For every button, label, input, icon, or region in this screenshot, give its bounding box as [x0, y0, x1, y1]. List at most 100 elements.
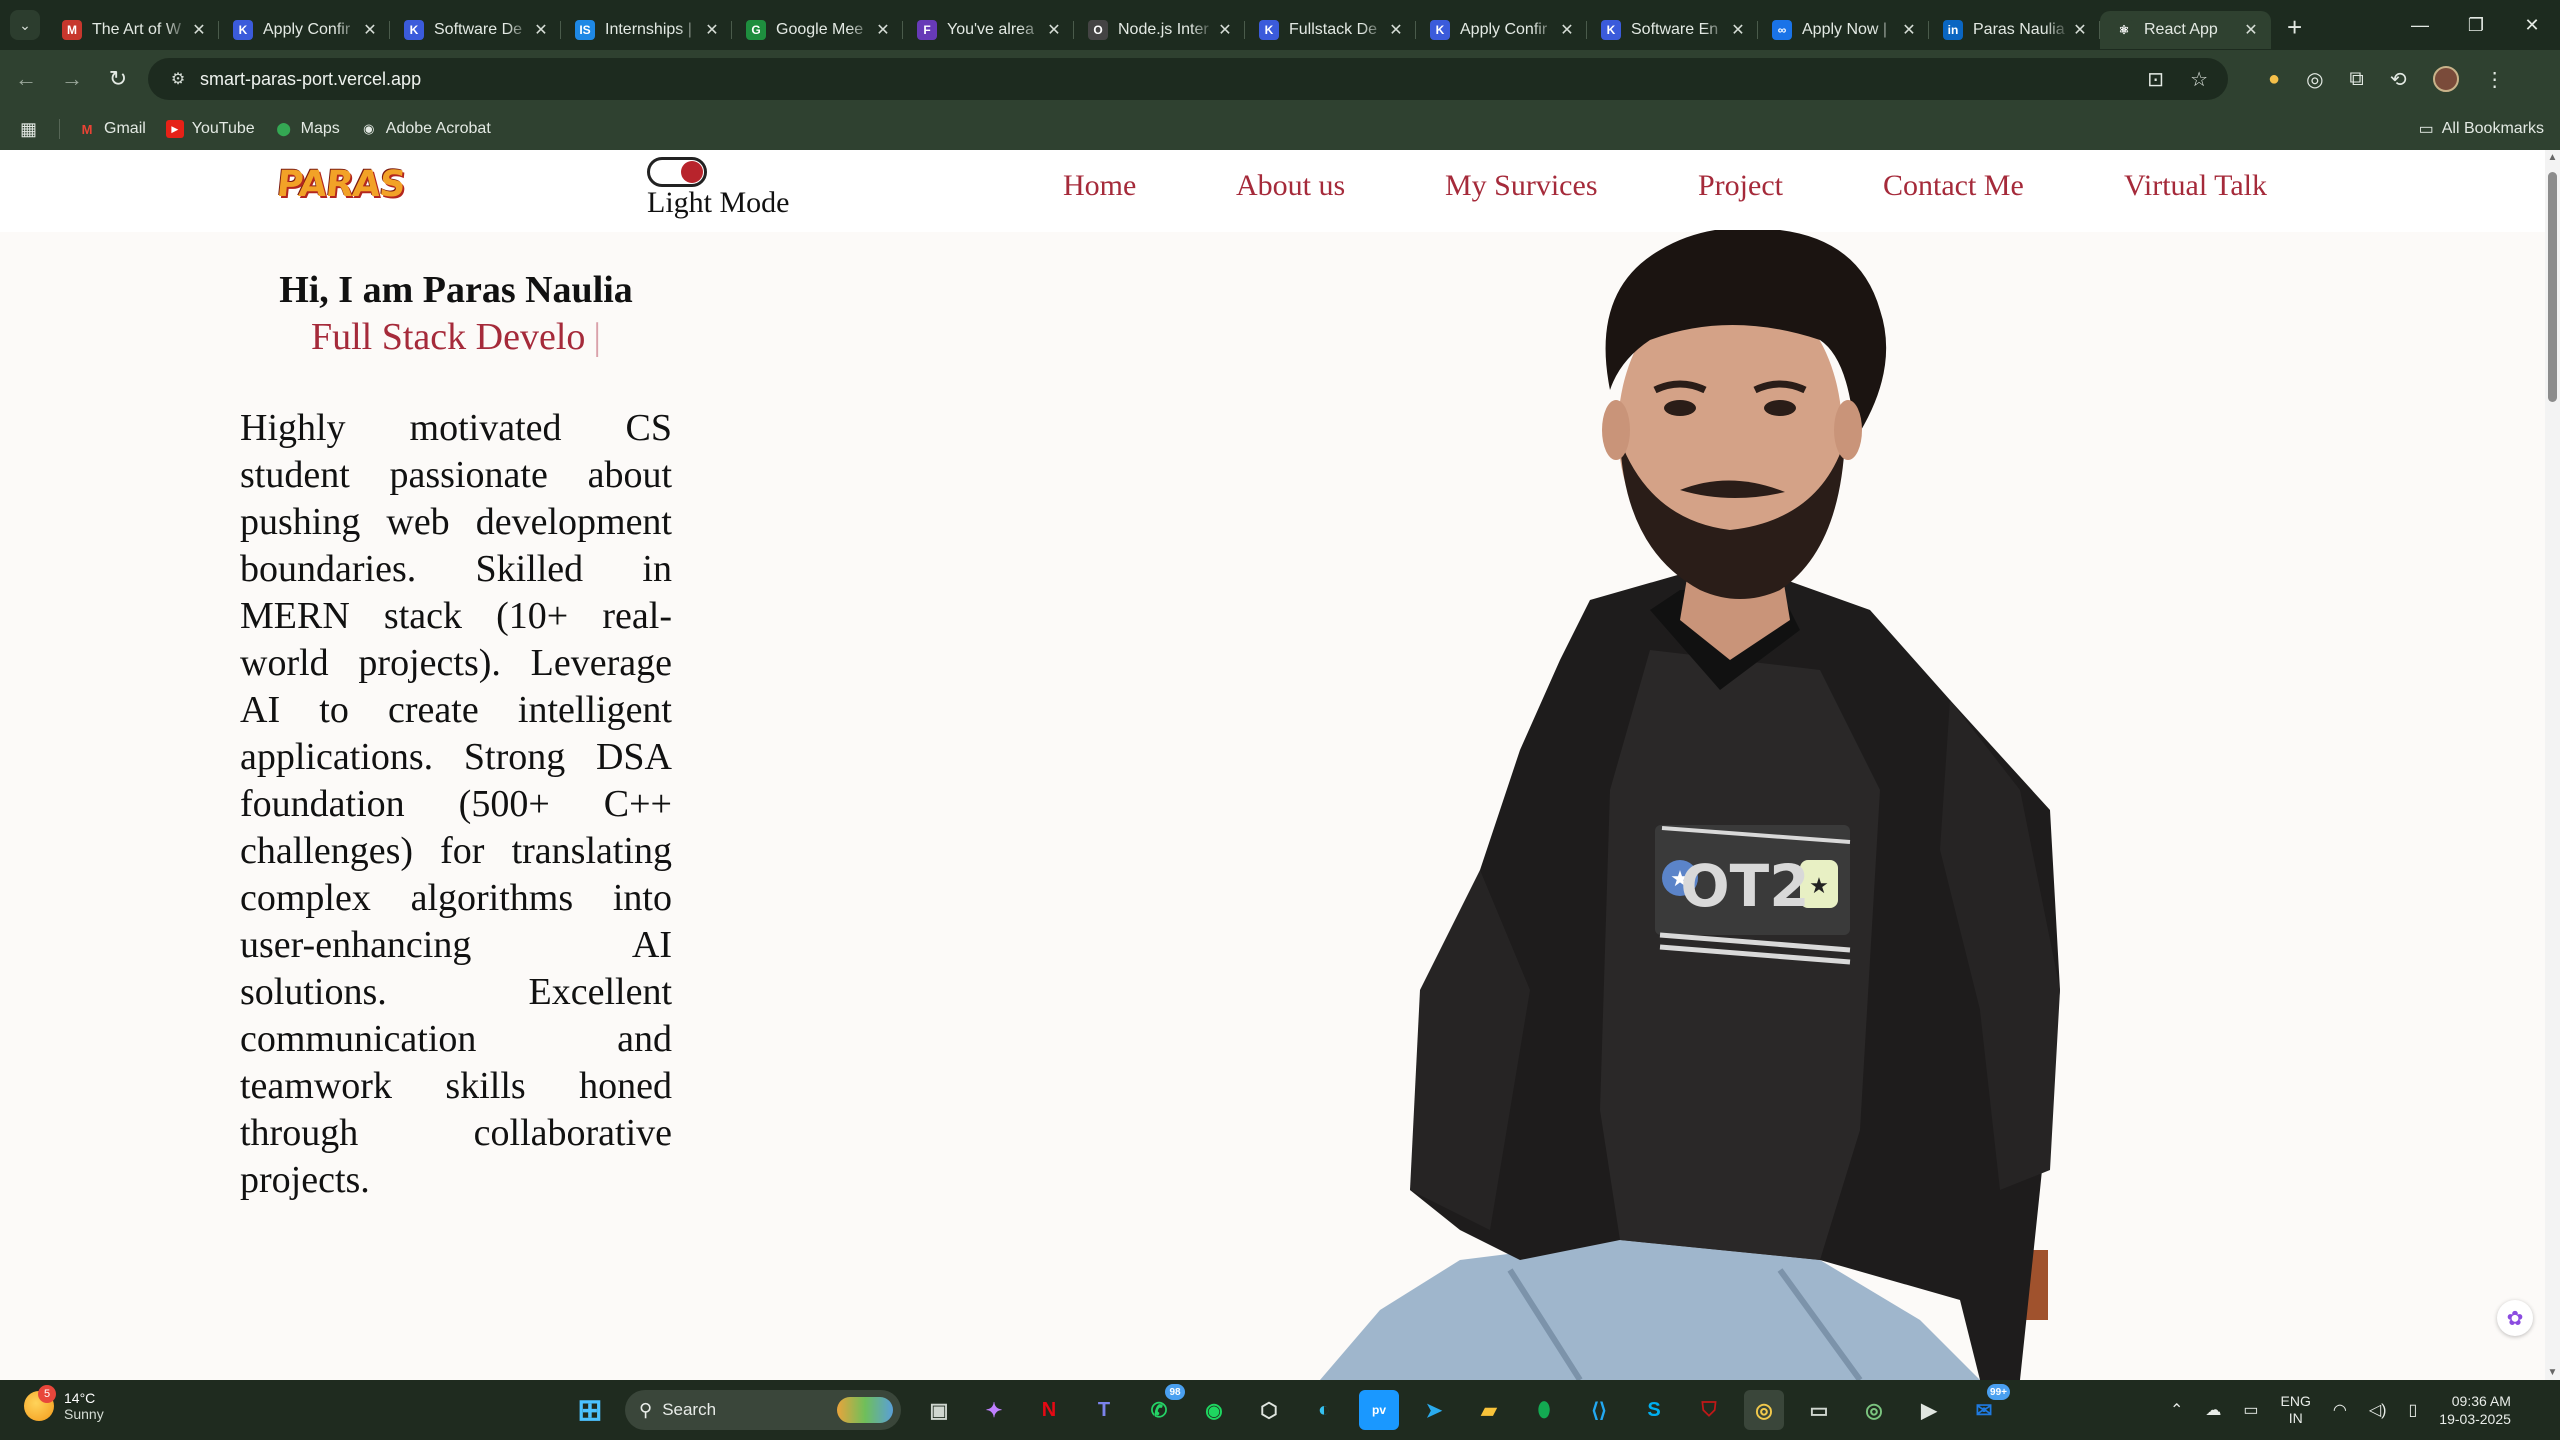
- tab-close-icon[interactable]: ✕: [2241, 20, 2261, 40]
- chrome-profile-icon[interactable]: ◎: [1854, 1390, 1894, 1430]
- forward-button[interactable]: →: [52, 59, 92, 99]
- minimize-button[interactable]: —: [2392, 0, 2448, 50]
- terminal-icon[interactable]: ▭: [1799, 1390, 1839, 1430]
- teams-icon[interactable]: T: [1084, 1390, 1124, 1430]
- tab-favicon-icon: F: [917, 20, 937, 40]
- sync-icon[interactable]: ⟲: [2390, 67, 2407, 92]
- tab-close-icon[interactable]: ✕: [702, 20, 722, 40]
- site-logo[interactable]: PARAS: [275, 164, 407, 205]
- nav-project[interactable]: Project: [1698, 169, 1783, 203]
- browser-tab[interactable]: F You've alrea ✕: [903, 11, 1074, 49]
- battery-icon[interactable]: ▯: [2408, 1400, 2417, 1420]
- display-icon[interactable]: ▭: [2243, 1400, 2258, 1420]
- tab-search-button[interactable]: ⌄: [10, 10, 40, 40]
- edge-icon[interactable]: ◐: [1304, 1390, 1344, 1430]
- address-bar[interactable]: ⚙ smart-paras-port.vercel.app ⊡ ☆: [148, 58, 2228, 100]
- nav-my-services[interactable]: My Survices: [1445, 169, 1598, 203]
- nav-home[interactable]: Home: [1063, 169, 1136, 203]
- bookmark-star-icon[interactable]: ☆: [2190, 67, 2208, 92]
- tab-close-icon[interactable]: ✕: [1044, 20, 1064, 40]
- tab-close-icon[interactable]: ✕: [2070, 20, 2090, 40]
- weather-widget[interactable]: 5 14°C Sunny: [24, 1385, 104, 1422]
- profile-avatar[interactable]: [2432, 66, 2459, 92]
- browser-tab[interactable]: in Paras Naulia ✕: [1929, 11, 2100, 49]
- restore-button[interactable]: ❐: [2448, 0, 2504, 50]
- theme-toggle[interactable]: [647, 157, 707, 187]
- browser-tab[interactable]: K Fullstack De ✕: [1245, 11, 1416, 49]
- tab-close-icon[interactable]: ✕: [189, 20, 209, 40]
- new-tab-button[interactable]: +: [2287, 12, 2302, 43]
- mongodb-compass-icon[interactable]: ⬮: [1524, 1390, 1564, 1430]
- install-app-icon[interactable]: ⊡: [2147, 67, 2164, 92]
- tab-close-icon[interactable]: ✕: [1215, 20, 1235, 40]
- tab-favicon-icon: K: [233, 20, 253, 40]
- tab-close-icon[interactable]: ✕: [360, 20, 380, 40]
- browser-tab[interactable]: IS Internships | ✕: [561, 11, 732, 49]
- browser-tab[interactable]: K Apply Confir ✕: [219, 11, 390, 49]
- bookmark-adobe-acrobat[interactable]: ◉ Adobe Acrobat: [360, 120, 491, 138]
- scrollbar-thumb[interactable]: [2548, 172, 2557, 402]
- browser-tab[interactable]: K Software En ✕: [1587, 11, 1758, 49]
- windows-start-icon[interactable]: ⊞: [570, 1390, 610, 1430]
- system-clock[interactable]: 09:36 AM 19-03-2025: [2439, 1392, 2511, 1428]
- browser-tab[interactable]: O Node.js Inter ✕: [1074, 11, 1245, 49]
- tab-close-icon[interactable]: ✕: [531, 20, 551, 40]
- nav-contact-me[interactable]: Contact Me: [1883, 169, 2024, 203]
- telegram-icon[interactable]: ➤: [1414, 1390, 1454, 1430]
- reload-button[interactable]: ↻: [98, 59, 138, 99]
- spotify-icon[interactable]: ◉: [1194, 1390, 1234, 1430]
- tab-close-icon[interactable]: ✕: [1386, 20, 1406, 40]
- bookmark-youtube[interactable]: ▶ YouTube: [165, 120, 255, 138]
- prime-video-icon[interactable]: pv: [1359, 1390, 1399, 1430]
- outlook-icon[interactable]: ✉ 99+: [1964, 1384, 2010, 1430]
- media-player-icon[interactable]: ▶: [1909, 1390, 1949, 1430]
- chrome-icon[interactable]: ◎: [1744, 1390, 1784, 1430]
- wifi-icon[interactable]: ◠: [2333, 1400, 2347, 1420]
- browser-tab[interactable]: M The Art of W ✕: [48, 11, 219, 49]
- skype-icon[interactable]: S: [1634, 1390, 1674, 1430]
- bookmarks-divider: [59, 119, 61, 139]
- extension-icon[interactable]: ●: [2268, 68, 2280, 91]
- browser-tab[interactable]: ∞ Apply Now | ✕: [1758, 11, 1929, 49]
- scroll-up-arrow[interactable]: ▲: [2545, 152, 2560, 163]
- record-extension-icon[interactable]: ◎: [2306, 67, 2323, 92]
- browser-tab[interactable]: ⚛ React App ✕: [2100, 11, 2271, 49]
- browser-tab[interactable]: K Apply Confir ✕: [1416, 11, 1587, 49]
- bookmark-gmail[interactable]: M Gmail: [78, 120, 146, 138]
- tab-title: Internships |: [605, 21, 692, 38]
- mcafee-icon[interactable]: ⛉: [1689, 1390, 1729, 1430]
- tab-close-icon[interactable]: ✕: [1557, 20, 1577, 40]
- tab-close-icon[interactable]: ✕: [1899, 20, 1919, 40]
- tab-close-icon[interactable]: ✕: [1728, 20, 1748, 40]
- onedrive-icon[interactable]: ☁: [2205, 1400, 2221, 1420]
- nav-about-us[interactable]: About us: [1236, 169, 1345, 203]
- vscode-icon[interactable]: ⟨⟩: [1579, 1390, 1619, 1430]
- bookmark-maps[interactable]: ⬤ Maps: [275, 120, 339, 138]
- page-scrollbar[interactable]: ▲ ▼: [2545, 150, 2560, 1380]
- close-window-button[interactable]: ✕: [2504, 0, 2560, 50]
- taskbar-search[interactable]: ⚲ Search: [625, 1390, 901, 1430]
- unity-icon[interactable]: ⬡: [1249, 1390, 1289, 1430]
- task-view-icon[interactable]: ▣: [919, 1390, 959, 1430]
- ai-assistant-floating-button[interactable]: ✿: [2497, 1300, 2533, 1336]
- all-bookmarks-button[interactable]: ▭ All Bookmarks: [2419, 119, 2544, 139]
- browser-tab[interactable]: K Software De ✕: [390, 11, 561, 49]
- back-button[interactable]: ←: [6, 59, 46, 99]
- tab-close-icon[interactable]: ✕: [873, 20, 893, 40]
- toggle-knob: [681, 161, 703, 183]
- extensions-puzzle-icon[interactable]: ⧉: [2350, 68, 2364, 91]
- whatsapp-icon[interactable]: ✆ 98: [1139, 1384, 1185, 1430]
- site-info-icon[interactable]: ⚙: [160, 69, 196, 89]
- browser-tab[interactable]: G Google Mee ✕: [732, 11, 903, 49]
- copilot-icon[interactable]: ✦: [974, 1390, 1014, 1430]
- input-language[interactable]: ENG IN: [2281, 1393, 2311, 1427]
- volume-icon[interactable]: ◁): [2369, 1400, 2387, 1420]
- browser-menu-icon[interactable]: ⋮: [2485, 67, 2505, 92]
- netflix-icon[interactable]: N: [1029, 1390, 1069, 1430]
- apps-grid-icon[interactable]: ▦: [20, 119, 37, 140]
- scroll-down-arrow[interactable]: ▼: [2545, 1367, 2560, 1378]
- tray-chevron-icon[interactable]: ⌃: [2170, 1400, 2183, 1420]
- nav-virtual-talk[interactable]: Virtual Talk: [2124, 169, 2267, 203]
- file-explorer-icon[interactable]: ▰: [1469, 1390, 1509, 1430]
- clock-date: 19-03-2025: [2439, 1411, 2511, 1427]
